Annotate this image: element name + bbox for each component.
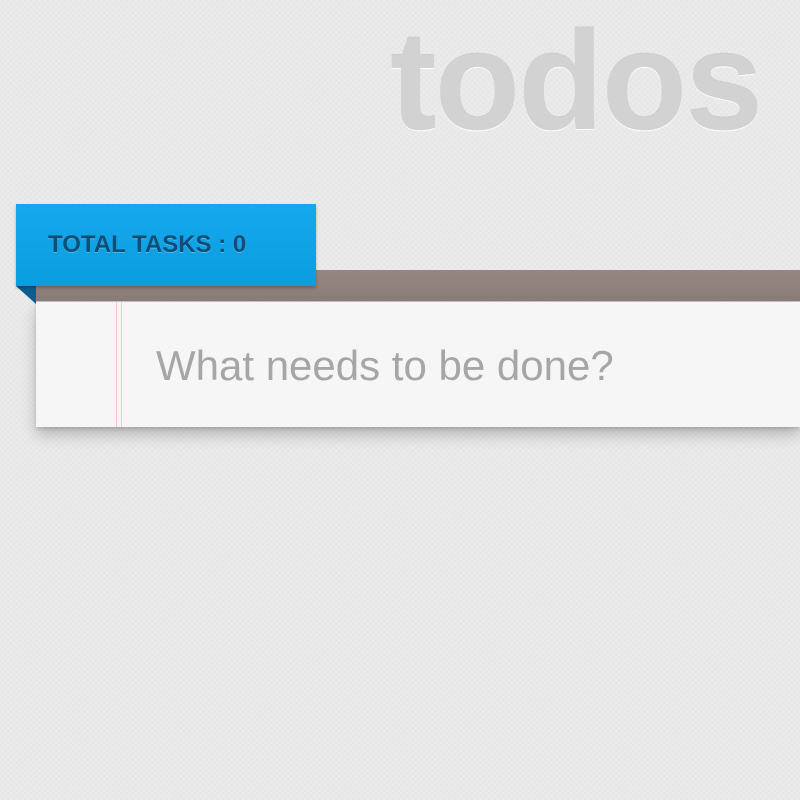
app-title: todos: [390, 2, 763, 159]
tag-fold-corner: [16, 286, 36, 304]
task-counter-label: TOTAL TASKS : 0: [48, 231, 247, 258]
new-todo-input[interactable]: [156, 330, 776, 402]
todo-card: [36, 302, 800, 427]
task-counter-tag: TOTAL TASKS : 0: [16, 204, 316, 286]
notebook-margin-line: [121, 302, 122, 427]
notebook-margin-line: [116, 302, 117, 427]
